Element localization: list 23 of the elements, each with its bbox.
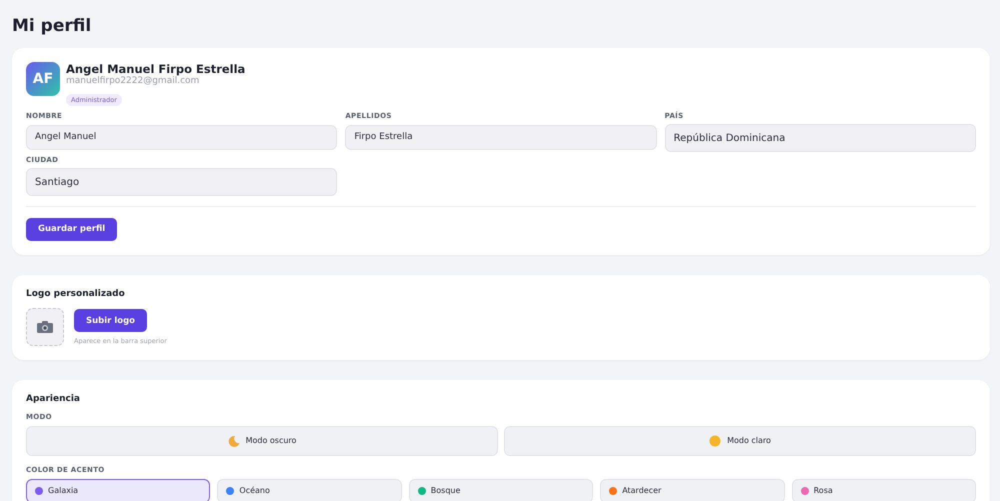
input-field[interactable]: Angel Manuel bbox=[26, 124, 338, 150]
input-field[interactable]: República Dominicana bbox=[664, 124, 976, 152]
input-field[interactable]: Santiago bbox=[26, 168, 338, 196]
page-title: Mi perfil bbox=[12, 15, 92, 38]
mode-option[interactable]: Modo claro bbox=[504, 426, 976, 456]
upload-logo-button[interactable]: Subir logo bbox=[74, 309, 147, 332]
accent-option[interactable]: Rosa bbox=[792, 478, 976, 501]
section-title: Logo personalizado bbox=[26, 288, 126, 298]
avatar: AF bbox=[26, 62, 60, 96]
input-field[interactable]: Firpo Estrella bbox=[345, 124, 657, 150]
logo-dropzone[interactable] bbox=[26, 308, 64, 346]
user-email: manuelfirpo2222@gmail.com bbox=[66, 76, 200, 87]
camera-icon bbox=[37, 320, 53, 332]
mode-option[interactable]: Modo oscuro bbox=[26, 426, 498, 456]
sun-icon bbox=[709, 434, 722, 446]
accent-option[interactable]: Galaxia bbox=[26, 478, 210, 501]
accent-option[interactable]: Océano bbox=[217, 478, 402, 501]
moon-icon bbox=[228, 434, 240, 446]
accent-option[interactable]: Bosque bbox=[408, 478, 594, 501]
save-button[interactable]: Guardar perfil bbox=[26, 218, 118, 240]
user-name: Angel Manuel Firpo Estrella bbox=[66, 62, 246, 76]
accent-option[interactable]: Atardecer bbox=[600, 478, 785, 501]
section-title: Apariencia bbox=[26, 394, 82, 404]
